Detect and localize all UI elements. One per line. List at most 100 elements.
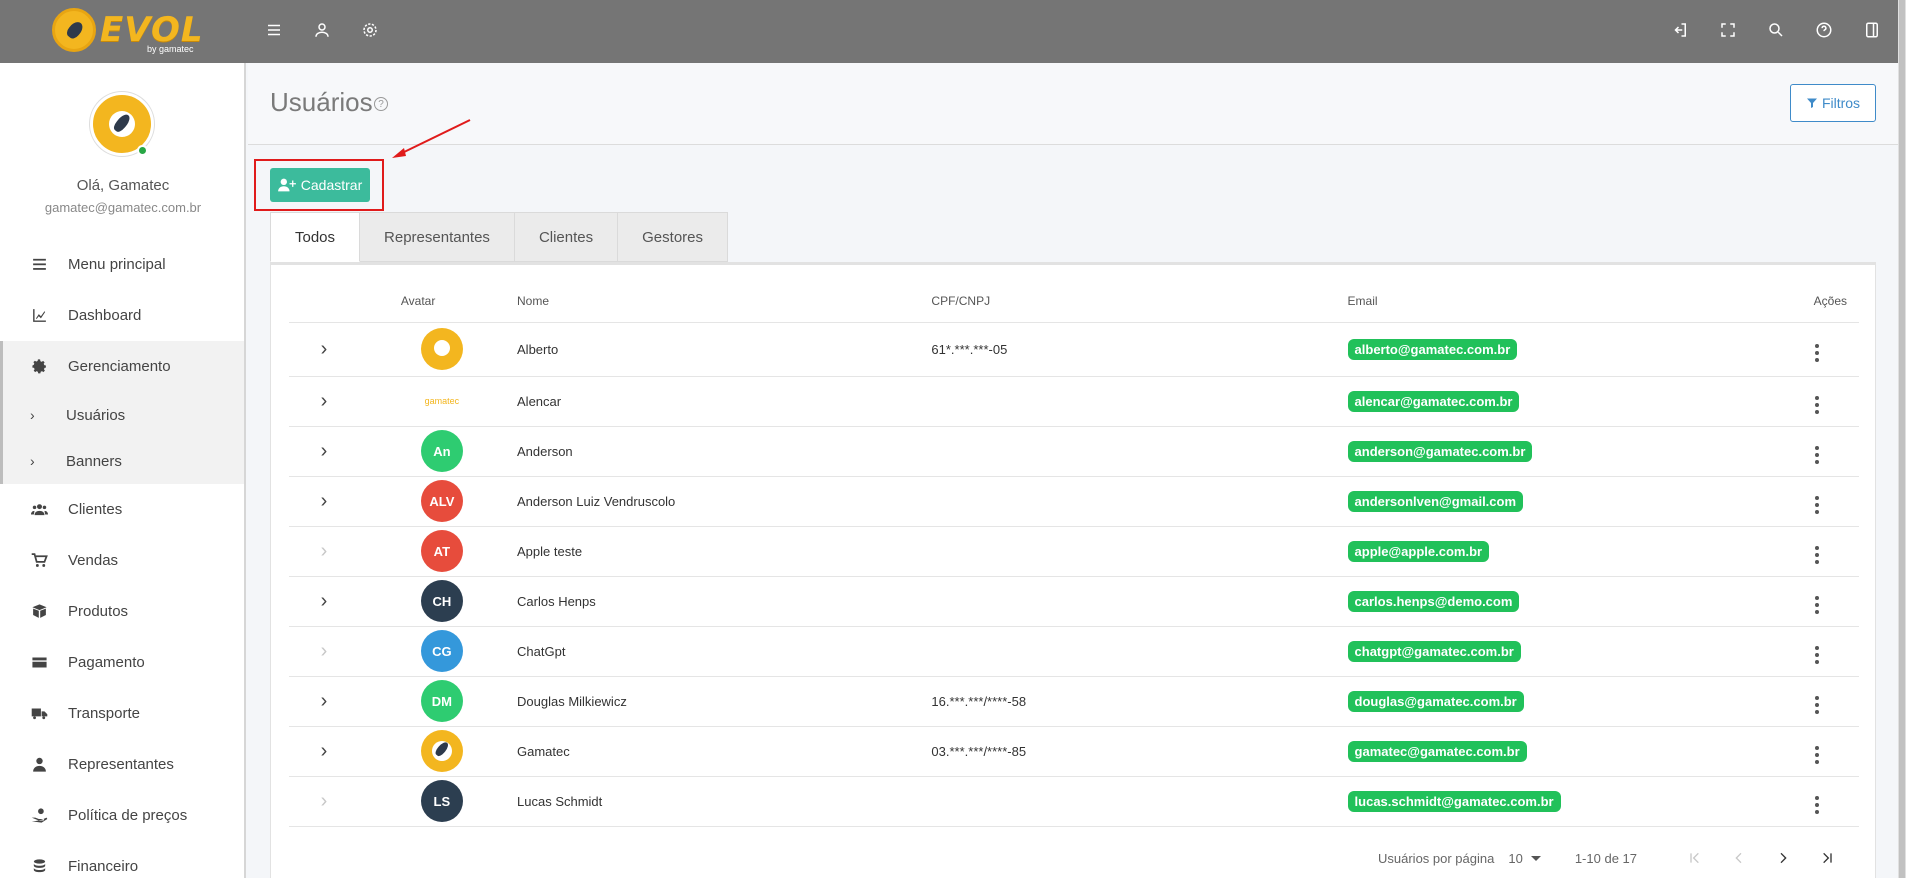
hamburger-menu-icon[interactable] [262,18,286,42]
kebab-menu-icon[interactable] [1815,344,1819,362]
help-circle-icon[interactable]: ? [374,97,388,111]
table-row[interactable]: › AT Apple teste apple@apple.com.br [289,526,1859,577]
evol-logo[interactable]: EVOL by gamatec [52,8,204,54]
user-name: Lucas Schmidt [517,776,932,827]
sidebar-item-pagamento[interactable]: Pagamento [0,637,244,688]
sidebar-item-banners[interactable]: › Banners [3,438,244,484]
sidebar-item-label: Dashboard [68,307,142,324]
sidebar-item-financeiro[interactable]: Financeiro [0,841,244,878]
table-row[interactable]: › ALV Anderson Luiz Vendruscolo andersonlve… [289,476,1859,527]
fullscreen-icon[interactable] [1716,18,1740,42]
last-page-button[interactable] [1805,848,1849,868]
add-user-button[interactable]: Cadastrar [270,168,370,202]
expand-row-icon[interactable]: › [321,740,328,762]
table-row[interactable]: › Gamatec 03.***.***/****-85 gamatec@gamate… [289,726,1859,777]
sidebar-item-label: Transporte [68,705,140,722]
page-range: 1-10 de 17 [1574,850,1637,866]
avatar [420,328,463,370]
sidebar-panel-icon[interactable] [1860,18,1884,42]
expand-row-icon[interactable]: › [321,390,328,412]
tab-todos[interactable]: Todos [270,212,361,262]
user-email-badge: apple@apple.com.br [1347,540,1490,562]
expand-row-icon[interactable]: › [321,640,328,662]
avatar-cell: DM [358,676,518,727]
kebab-menu-icon[interactable] [1815,796,1819,814]
user-cpf: 16.***.***/****-58 [931,676,1348,727]
gear-icon[interactable] [358,18,382,42]
tab-representantes[interactable]: Representantes [360,212,515,262]
sidebar-item-label: Política de preços [68,807,188,824]
tab-gestores[interactable]: Gestores [618,212,728,262]
search-icon[interactable] [1764,18,1788,42]
chevron-right-icon: › [30,407,35,423]
avatar-cell: An [358,426,518,477]
avatar-cell: CH [358,576,518,627]
per-page-select[interactable]: 10 [1508,851,1541,866]
expand-row-icon[interactable]: › [321,540,328,562]
sidebar-item-label: Menu principal [68,256,166,273]
tab-clientes[interactable]: Clientes [514,212,619,262]
email-header[interactable]: Email [1347,281,1761,323]
logout-icon[interactable] [1668,18,1692,42]
sidebar-item-politica-de-precos[interactable]: Política de preços [0,790,244,841]
kebab-menu-icon[interactable] [1815,696,1819,714]
kebab-menu-icon[interactable] [1815,396,1819,414]
online-status-icon [137,145,148,156]
kebab-menu-icon[interactable] [1815,646,1819,664]
email-cell: apple@apple.com.br [1347,526,1761,577]
kebab-menu-icon[interactable] [1815,546,1819,564]
avatar: DM [420,680,463,722]
email-cell: lucas.schmidt@gamatec.com.br [1347,776,1761,827]
gear-icon [30,358,48,376]
table-row[interactable]: › CH Carlos Henps carlos.henps@demo.com [289,576,1859,627]
sidebar-item-produtos[interactable]: Produtos [0,586,244,637]
expand-row-icon[interactable]: › [321,590,328,612]
actions-cell [1760,576,1859,627]
table-row[interactable]: › gamatec Alencar alencar@gamatec.com.br [289,376,1859,427]
pagination: Usuários por página 10 1-10 de 17 [1378,848,1849,868]
kebab-menu-icon[interactable] [1815,746,1819,764]
scrollbar[interactable] [1898,0,1906,878]
filters-button[interactable]: Filtros [1790,84,1876,122]
next-page-button[interactable] [1761,848,1805,868]
email-cell: andersonlven@gmail.com [1347,476,1761,527]
actions-cell [1760,376,1859,427]
user-cpf [931,576,1348,627]
cpf-header[interactable]: CPF/CNPJ [931,281,1348,323]
table-row[interactable]: › DM Douglas Milkiewicz 16.***.***/****-58 d… [289,676,1859,727]
sidebar-item-clientes[interactable]: Clientes [0,484,244,535]
kebab-menu-icon[interactable] [1815,496,1819,514]
sidebar-item-representantes[interactable]: Representantes [0,739,244,790]
sidebar-item-label: Pagamento [68,654,145,671]
name-header[interactable]: Nome [517,281,932,323]
expand-row-icon[interactable]: › [321,490,328,512]
user-cpf [931,526,1348,577]
avatar: An [420,430,463,472]
expand-row-icon[interactable]: › [321,338,328,360]
kebab-menu-icon[interactable] [1815,446,1819,464]
expand-row-icon[interactable]: › [321,690,328,712]
prev-page-button[interactable] [1717,848,1761,868]
avatar-cell: CG [358,626,518,677]
cart-icon [30,552,48,570]
sidebar-item-dashboard[interactable]: Dashboard [0,290,244,341]
table-row[interactable]: › An Anderson anderson@gamatec.com.br [289,426,1859,477]
sidebar-item-gerenciamento[interactable]: Gerenciamento [3,341,244,392]
sidebar-item-label: Representantes [68,756,174,773]
sidebar-item-vendas[interactable]: Vendas [0,535,244,586]
expand-row-icon[interactable]: › [321,790,328,812]
first-page-button[interactable] [1673,848,1717,868]
table-row[interactable]: › Alberto 61*.***.***-05 alberto@gamatec.co… [289,322,1859,377]
user-email-badge: gamatec@gamatec.com.br [1347,740,1527,762]
help-icon[interactable] [1812,18,1836,42]
user-cpf [931,776,1348,827]
user-icon[interactable] [310,18,334,42]
sidebar-item-menu-principal[interactable]: Menu principal [0,239,244,290]
sidebar-item-transporte[interactable]: Transporte [0,688,244,739]
table-row[interactable]: › CG ChatGpt chatgpt@gamatec.com.br [289,626,1859,677]
table-row[interactable]: › LS Lucas Schmidt lucas.schmidt@gamatec.co… [289,776,1859,827]
expand-row-icon[interactable]: › [321,440,328,462]
sidebar-item-usuarios[interactable]: › Usuários [3,392,244,438]
kebab-menu-icon[interactable] [1815,596,1819,614]
users-table: Avatar Nome CPF/CNPJ Email Ações › Albert… [289,281,1859,827]
